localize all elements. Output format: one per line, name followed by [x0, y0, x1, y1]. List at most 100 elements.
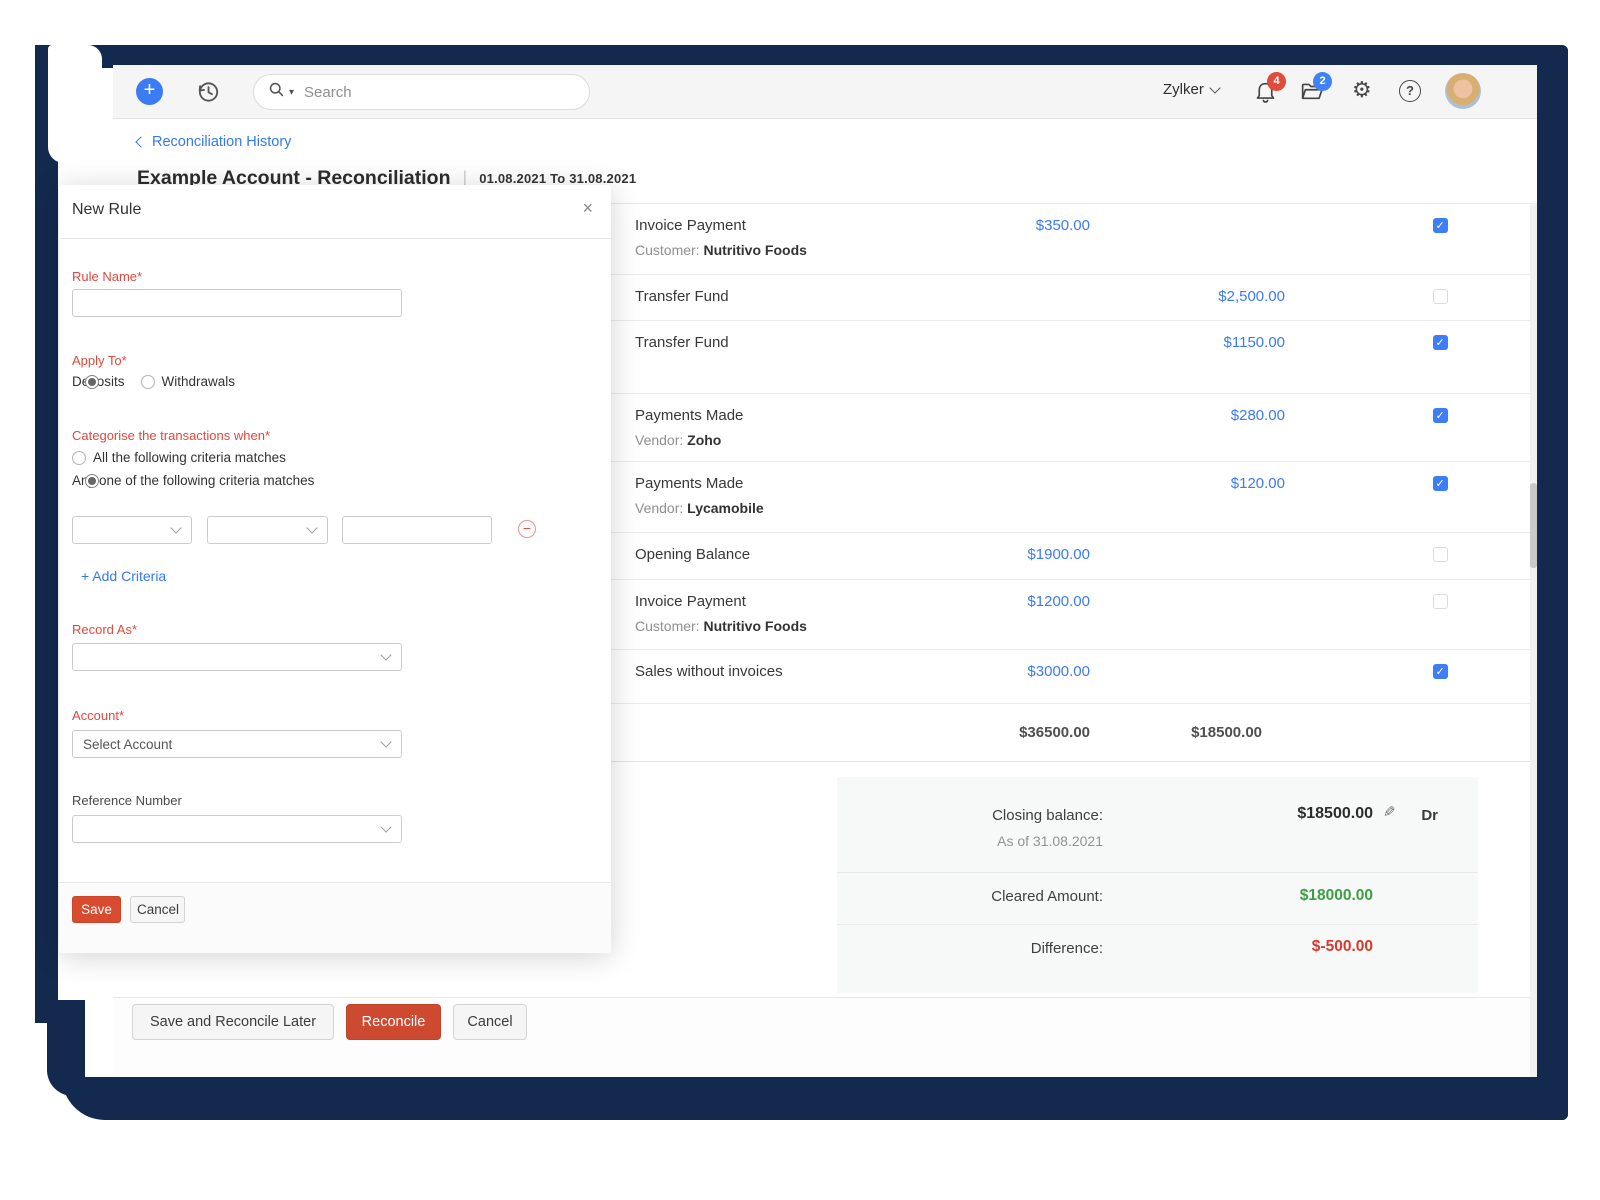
transaction-row[interactable]: Sales without invoices$3000.00 [598, 650, 1530, 704]
transaction-table: Invoice Payment Customer: Nutritivo Foods… [598, 203, 1530, 762]
reconciliation-summary: Closing balance: As of 31.08.2021 $18500… [837, 777, 1478, 993]
transaction-checkbox[interactable] [1433, 218, 1448, 233]
page-footer: Save and Reconcile Later Reconcile Cance… [113, 997, 1537, 1077]
transaction-checkbox[interactable] [1433, 335, 1448, 350]
transaction-checkbox[interactable] [1433, 547, 1448, 562]
totals-row: $36500.00 $18500.00 [598, 704, 1530, 762]
closing-balance-value: $18500.00 [1297, 805, 1373, 823]
record-as-label: Record As* [72, 622, 137, 637]
search-scope-caret-icon[interactable]: ▾ [289, 87, 294, 98]
help-icon[interactable]: ? [1399, 80, 1421, 102]
transaction-row[interactable]: Payments Made Vendor: Zoho $280.00 [598, 394, 1530, 462]
add-new-button[interactable]: + [136, 78, 163, 105]
frame-right [1537, 45, 1568, 1120]
categorise-options: All the following criteria matches Any on… [72, 450, 314, 488]
radio-label: All the following criteria matches [93, 450, 286, 465]
radio-label: Withdrawals [162, 374, 236, 389]
cancel-button[interactable]: Cancel [130, 896, 185, 923]
search-icon [268, 81, 285, 103]
reference-number-label: Reference Number [72, 793, 182, 808]
account-placeholder: Select Account [83, 737, 172, 752]
frame-left [35, 45, 58, 1023]
scrollbar-thumb[interactable] [1530, 483, 1537, 568]
reconcile-button[interactable]: Reconcile [346, 1004, 441, 1040]
transaction-row[interactable]: Opening Balance$1900.00 [598, 533, 1530, 580]
difference-row: Difference: $-500.00 [837, 924, 1478, 993]
modal-title: New Rule [72, 201, 141, 219]
vertical-scrollbar[interactable] [1530, 203, 1537, 1077]
breadcrumb[interactable]: Reconciliation History [137, 134, 291, 150]
transaction-row[interactable]: Transfer Fund$2,500.00 [598, 275, 1530, 321]
transaction-subtext: Vendor: Zoho [635, 432, 721, 448]
announcement-count-badge: 2 [1313, 72, 1332, 91]
transaction-row[interactable]: Transfer Fund $1150.00 [598, 321, 1530, 394]
radio-icon[interactable] [85, 375, 99, 389]
reference-number-select[interactable] [72, 815, 402, 843]
transaction-subtext: Customer: Nutritivo Foods [635, 242, 807, 258]
transaction-type: Invoice Payment [635, 593, 746, 610]
save-and-reconcile-later-button[interactable]: Save and Reconcile Later [132, 1004, 334, 1040]
frame-bottom [62, 1077, 1568, 1120]
transaction-checkbox[interactable] [1433, 664, 1448, 679]
transaction-amount: $1150.00 [1224, 334, 1285, 351]
transaction-list: Invoice Payment Customer: Nutritivo Foods… [598, 204, 1530, 704]
chevron-left-icon [135, 136, 146, 147]
total-amount-col1: $36500.00 [1019, 724, 1090, 741]
save-button[interactable]: Save [72, 896, 121, 923]
transaction-type: Payments Made [635, 407, 743, 424]
transaction-type: Transfer Fund [635, 334, 729, 351]
radio-option[interactable]: All the following criteria matches [72, 450, 314, 465]
history-icon[interactable] [195, 79, 221, 105]
radio-icon[interactable] [72, 451, 86, 465]
transaction-row[interactable]: Payments Made Vendor: Lycamobile $120.00 [598, 462, 1530, 533]
debit-indicator: Dr [1421, 807, 1438, 824]
cleared-amount-label: Cleared Amount: [991, 888, 1103, 905]
transaction-amount: $350.00 [1036, 217, 1090, 234]
transaction-checkbox[interactable] [1433, 289, 1448, 304]
radio-option[interactable]: Withdrawals [141, 374, 236, 389]
transaction-row[interactable]: Invoice PaymentCustomer: Nutritivo Foods… [598, 580, 1530, 650]
apply-to-options: Deposits Withdrawals [72, 374, 235, 389]
transaction-type: Opening Balance [635, 546, 750, 563]
chevron-down-icon [1209, 82, 1220, 93]
add-criteria-link[interactable]: + Add Criteria [81, 568, 166, 584]
settings-gear-icon[interactable]: ⚙ [1352, 77, 1372, 103]
org-switcher[interactable]: Zylker [1163, 81, 1219, 98]
closing-balance-label: Closing balance: [992, 807, 1103, 824]
criteria-field-select[interactable] [72, 516, 192, 544]
transaction-checkbox[interactable] [1433, 476, 1448, 491]
record-as-select[interactable] [72, 643, 402, 671]
transaction-subtext: Vendor: Lycamobile [635, 500, 764, 516]
radio-icon[interactable] [85, 474, 99, 488]
account-select[interactable]: Select Account [72, 730, 402, 758]
radio-icon[interactable] [141, 375, 155, 389]
radio-option[interactable]: Any one of the following criteria matche… [72, 473, 314, 488]
close-icon[interactable]: × [582, 199, 593, 217]
remove-criteria-icon[interactable]: − [518, 520, 536, 538]
frame-notch [48, 45, 102, 163]
edit-pencil-icon[interactable]: ✎ [1383, 803, 1396, 821]
user-avatar[interactable] [1445, 73, 1481, 109]
radio-option[interactable]: Deposits [72, 374, 125, 389]
footer-cancel-button[interactable]: Cancel [453, 1004, 527, 1040]
criteria-comparator-select[interactable] [207, 516, 328, 544]
rule-name-input[interactable] [72, 289, 402, 317]
transaction-checkbox[interactable] [1433, 408, 1448, 423]
frame-left-foot [47, 1000, 85, 1096]
rule-name-label: Rule Name* [72, 269, 142, 284]
transaction-checkbox[interactable] [1433, 594, 1448, 609]
transaction-type: Payments Made [635, 475, 743, 492]
modal-header: New Rule × [59, 185, 611, 239]
transaction-amount: $120.00 [1231, 475, 1285, 492]
transaction-amount: $280.00 [1231, 407, 1285, 424]
search-bar[interactable]: ▾ [253, 74, 590, 110]
transaction-type: Invoice Payment [635, 217, 746, 234]
transaction-row[interactable]: Invoice Payment Customer: Nutritivo Foods… [598, 204, 1530, 275]
transaction-type: Transfer Fund [635, 288, 729, 305]
cleared-amount-value: $18000.00 [1300, 887, 1373, 905]
criteria-value-input[interactable] [342, 516, 492, 544]
breadcrumb-label: Reconciliation History [152, 134, 291, 150]
transaction-amount: $3000.00 [1027, 663, 1090, 680]
transaction-amount: $1200.00 [1027, 593, 1090, 610]
search-input[interactable] [302, 83, 526, 102]
